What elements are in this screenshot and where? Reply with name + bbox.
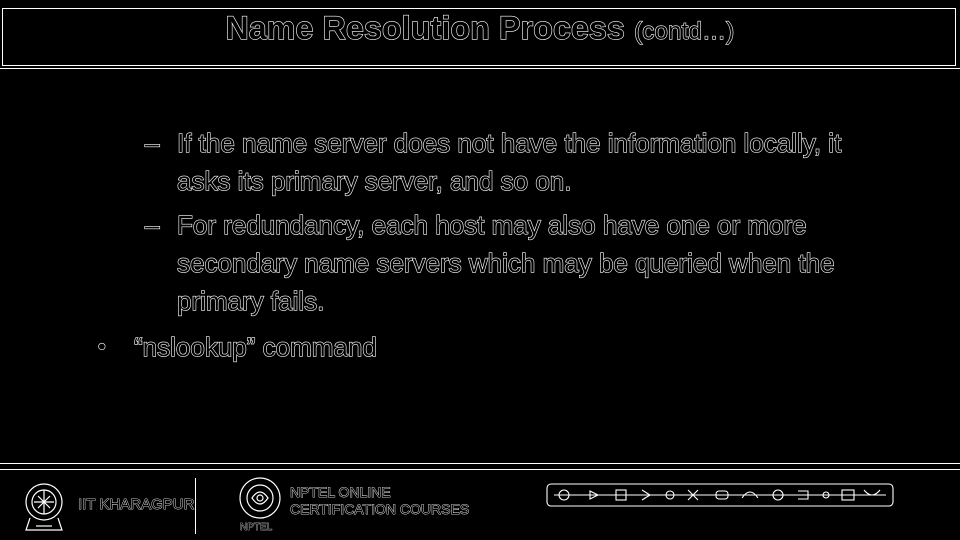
dash-item-text: For redundancy, each host may also have …: [176, 209, 835, 316]
footer-divider-top: [0, 463, 960, 464]
institute-name: IIT KHARAGPUR: [78, 496, 195, 514]
nptel-line-2: CERTIFICATION COURSES: [290, 501, 470, 518]
bullet-marker: •: [97, 333, 106, 359]
dash-marker: –: [144, 209, 160, 240]
nptel-course-label: NPTEL ONLINE CERTIFICATION COURSES: [290, 484, 470, 518]
iit-kharagpur-logo-icon: [25, 483, 63, 531]
dash-item-text: If the name server does not have the inf…: [176, 127, 842, 196]
nptel-logo-icon: [239, 477, 281, 519]
slide-body: – If the name server does not have the i…: [0, 0, 960, 460]
footer: IIT KHARAGPUR NPTEL NPTEL ONLINE CERTIFI…: [0, 472, 960, 540]
nptel-caption: NPTEL: [240, 522, 273, 534]
footer-divider-bottom: [0, 469, 960, 470]
nptel-line-1: NPTEL ONLINE: [290, 484, 391, 501]
dash-marker: –: [144, 127, 160, 158]
bullet-item-text: “nslookup” command: [133, 331, 377, 362]
decorative-icon-strip: [546, 483, 894, 507]
footer-separator: [195, 478, 196, 534]
